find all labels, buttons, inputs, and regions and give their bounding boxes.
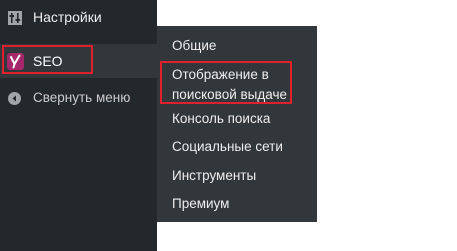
menu-item-settings-label: Настройки xyxy=(33,9,102,25)
settings-sliders-icon xyxy=(8,11,22,25)
submenu-item-tools[interactable]: Инструменты xyxy=(172,165,256,186)
menu-item-settings[interactable]: Настройки xyxy=(0,4,157,32)
menu-item-seo-label: SEO xyxy=(33,53,63,69)
menu-item-seo[interactable]: SEO xyxy=(0,44,157,78)
admin-sidebar-menu: Настройки SEO Свернуть меню xyxy=(0,0,157,251)
collapse-menu-label: Свернуть меню xyxy=(33,90,131,105)
collapse-menu-button[interactable]: Свернуть меню xyxy=(0,86,157,112)
submenu-pointer-arrow xyxy=(149,53,157,69)
submenu-item-social[interactable]: Социальные сети xyxy=(172,136,283,157)
yoast-seo-icon xyxy=(7,53,24,70)
seo-flyout-submenu: Общие Отображение в поисковой выдаче Кон… xyxy=(157,26,317,222)
submenu-item-general[interactable]: Общие xyxy=(172,35,216,56)
wp-admin-screen: Настройки SEO Свернуть меню Общие Отобра… xyxy=(0,0,457,251)
submenu-item-search-console[interactable]: Консоль поиска xyxy=(172,108,270,129)
submenu-item-search-appearance[interactable]: Отображение в поисковой выдаче xyxy=(172,65,304,105)
collapse-arrow-icon xyxy=(8,92,21,105)
submenu-item-premium[interactable]: Премиум xyxy=(172,193,229,214)
